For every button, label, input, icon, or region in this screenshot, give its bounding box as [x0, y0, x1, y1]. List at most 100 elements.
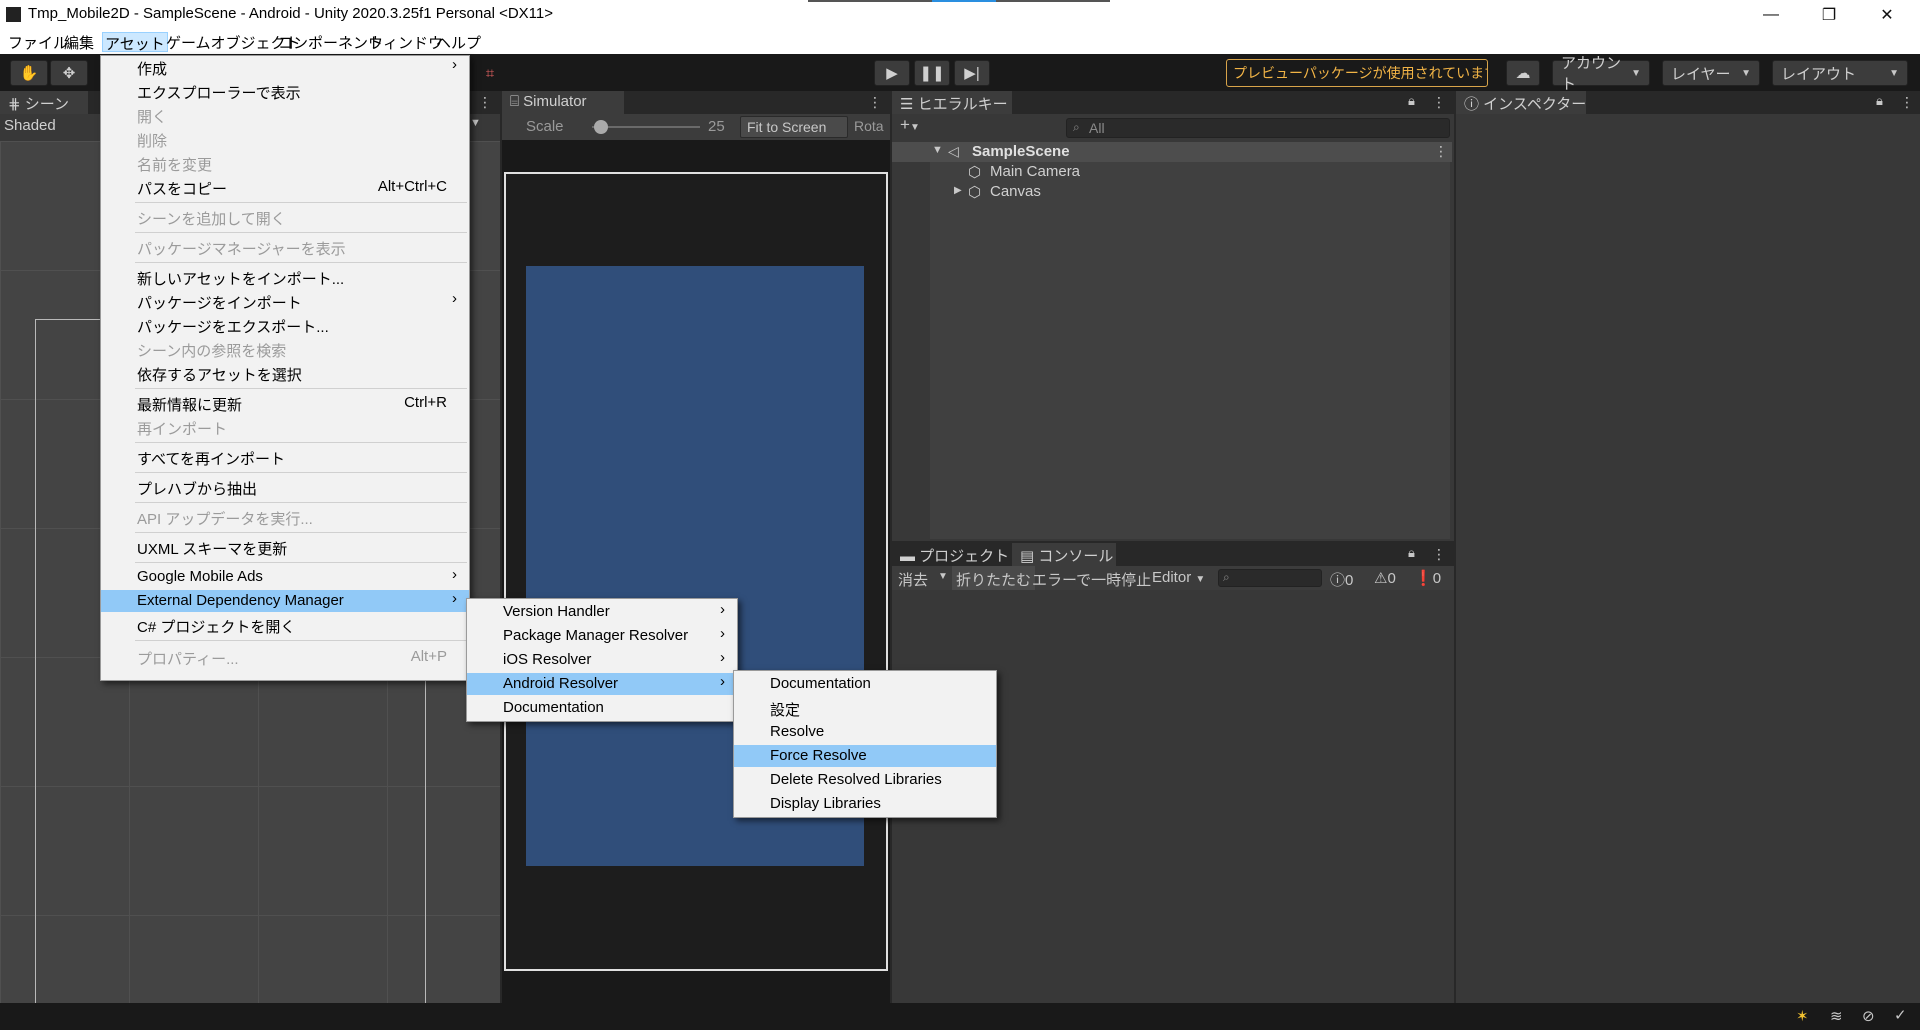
- move-tool-icon[interactable]: ✥: [50, 60, 88, 86]
- play-button[interactable]: ▶: [874, 60, 910, 86]
- layers-dropdown[interactable]: レイヤー ▼: [1662, 60, 1760, 86]
- menu-item-select-dependencies[interactable]: 依存するアセットを選択: [101, 362, 469, 384]
- hierarchy-item[interactable]: ⬡ Main Camera: [892, 162, 1452, 182]
- kebab-icon[interactable]: ⋮: [1900, 94, 1914, 111]
- bug-icon[interactable]: ✶: [1796, 1007, 1809, 1025]
- menu-item-import-package[interactable]: パッケージをインポート ›: [101, 290, 469, 312]
- fit-to-screen-button[interactable]: Fit to Screen: [740, 116, 848, 138]
- menu-item-refresh[interactable]: 最新情報に更新 Ctrl+R: [101, 392, 469, 414]
- info-count-toggle[interactable]: ⓘ0: [1330, 569, 1353, 590]
- menu-item-update-uxml-schema[interactable]: UXML スキーマを更新: [101, 536, 469, 558]
- tab-scene[interactable]: ⋕ シーン: [0, 91, 88, 114]
- menu-item-create[interactable]: 作成 ›: [101, 56, 469, 78]
- tab-console[interactable]: ▤ コンソール: [1012, 543, 1116, 566]
- menu-item-android-settings[interactable]: 設定: [734, 697, 996, 719]
- console-tabbar: ▬ プロジェクト ▤ コンソール 🔒︎ ⋮: [892, 543, 1454, 566]
- network-icon[interactable]: ⊘: [1862, 1007, 1875, 1025]
- menu-item-ios-resolver[interactable]: iOS Resolver ›: [467, 649, 737, 671]
- warning-count-toggle[interactable]: ⚠0: [1374, 569, 1396, 587]
- check-icon[interactable]: ✓: [1894, 1006, 1907, 1024]
- layout-dropdown[interactable]: レイアウト ▼: [1772, 60, 1908, 86]
- menu-item-open-csharp-project[interactable]: C# プロジェクトを開く: [101, 614, 469, 636]
- inspector-tabbar: ⓘ インスペクター 🔒︎ ⋮: [1456, 91, 1920, 114]
- hand-tool-icon[interactable]: ✋: [10, 60, 48, 86]
- account-dropdown[interactable]: アカウント ▼: [1552, 55, 1650, 93]
- error-count-toggle[interactable]: ❗0: [1414, 569, 1441, 587]
- collapse-toggle[interactable]: 折りたたむ: [952, 566, 1036, 590]
- custom-tool-icon[interactable]: ⌗: [474, 60, 506, 86]
- menu-item-export-package[interactable]: パッケージをエクスポート...: [101, 314, 469, 336]
- title-progress: [808, 0, 1110, 2]
- menu-item-copy-path[interactable]: パスをコピー Alt+Ctrl+C: [101, 176, 469, 198]
- menu-item-extract-from-prefab[interactable]: プレハブから抽出: [101, 476, 469, 498]
- rotate-label[interactable]: Rota: [854, 118, 884, 134]
- step-button[interactable]: ▶|: [954, 60, 990, 86]
- menu-file[interactable]: ファイル: [6, 32, 70, 52]
- menu-item-google-mobile-ads[interactable]: Google Mobile Ads ›: [101, 566, 469, 588]
- kebab-icon[interactable]: ⋮: [1434, 143, 1448, 160]
- menu-item-show-in-explorer[interactable]: エクスプローラーで表示: [101, 80, 469, 102]
- tab-project[interactable]: ▬ プロジェクト: [892, 543, 1010, 566]
- menu-item-label: パスをコピー: [137, 181, 228, 198]
- menu-item-edm-documentation[interactable]: Documentation: [467, 697, 737, 719]
- kebab-icon[interactable]: ⋮: [1432, 94, 1446, 111]
- scene-row[interactable]: ▼ ◁ SampleScene ⋮: [892, 142, 1452, 162]
- kebab-icon[interactable]: ⋮: [478, 94, 492, 111]
- chevron-right-icon: ›: [452, 290, 457, 307]
- menu-item-resolve[interactable]: Resolve: [734, 721, 996, 743]
- scale-slider[interactable]: [592, 126, 700, 128]
- hierarchy-tree: ▼ ◁ SampleScene ⋮ ⬡ Main Camera ▶ ⬡ Canv…: [892, 142, 1454, 541]
- close-button[interactable]: ✕: [1864, 0, 1910, 29]
- simulator-panel: ⌸ Simulator ⋮ Scale 25 Fit to Screen Rot…: [502, 91, 890, 1003]
- tab-inspector[interactable]: ⓘ インスペクター: [1456, 91, 1586, 114]
- chevron-right-icon[interactable]: ▶: [954, 185, 962, 196]
- menu-item-version-handler[interactable]: Version Handler ›: [467, 601, 737, 623]
- menu-item-label: API アップデータを実行...: [137, 511, 313, 528]
- menu-edit[interactable]: 編集: [62, 32, 96, 52]
- inspector-panel: ⓘ インスペクター 🔒︎ ⋮: [1456, 91, 1920, 1003]
- lock-icon[interactable]: 🔒︎: [1408, 93, 1415, 109]
- chevron-right-icon: ›: [720, 625, 725, 642]
- cloud-icon[interactable]: ☁: [1506, 60, 1540, 86]
- shading-mode-dropdown[interactable]: Shaded: [4, 117, 56, 134]
- clear-button[interactable]: 消去: [898, 569, 928, 590]
- menu-item-rename: 名前を変更: [101, 152, 469, 174]
- console-search-input[interactable]: ⌕: [1218, 569, 1322, 587]
- menu-item-reimport-all[interactable]: すべてを再インポート: [101, 446, 469, 468]
- search-icon: ⌕: [1073, 120, 1080, 134]
- menu-item-delete-resolved-libraries[interactable]: Delete Resolved Libraries: [734, 769, 996, 791]
- lock-icon[interactable]: 🔒︎: [1876, 93, 1883, 109]
- scale-slider-thumb[interactable]: [594, 120, 608, 134]
- menu-item-label: パッケージをエクスポート...: [137, 319, 329, 336]
- menu-item-force-resolve[interactable]: Force Resolve: [734, 745, 996, 767]
- layout-label: レイアウト: [1781, 65, 1857, 83]
- tab-hierarchy[interactable]: ☰ ヒエラルキー: [892, 91, 1012, 114]
- preview-packages-badge[interactable]: プレビューパッケージが使用されています: [1226, 59, 1488, 87]
- progress-stack-icon[interactable]: ≋: [1830, 1007, 1843, 1025]
- menu-item-android-resolver[interactable]: Android Resolver ›: [467, 673, 737, 695]
- menu-assets[interactable]: アセット: [102, 32, 168, 53]
- kebab-icon[interactable]: ⋮: [868, 94, 882, 111]
- chevron-down-icon[interactable]: ▼: [938, 571, 948, 582]
- editor-dropdown[interactable]: Editor ▼: [1152, 569, 1205, 586]
- lock-icon[interactable]: 🔒︎: [1408, 545, 1415, 561]
- kebab-icon[interactable]: ⋮: [1432, 546, 1446, 563]
- hierarchy-item[interactable]: ▶ ⬡ Canvas: [892, 182, 1452, 202]
- hierarchy-search-input[interactable]: ⌕ All: [1066, 118, 1450, 138]
- menu-item-android-documentation[interactable]: Documentation: [734, 673, 996, 695]
- menu-help[interactable]: ヘルプ: [434, 32, 483, 52]
- chevron-down-icon: ▼: [1741, 67, 1751, 79]
- menu-item-package-manager-resolver[interactable]: Package Manager Resolver ›: [467, 625, 737, 647]
- error-pause-toggle[interactable]: エラーで一時停止: [1032, 569, 1151, 590]
- pause-button[interactable]: ❚❚: [914, 60, 950, 86]
- minimize-button[interactable]: —: [1748, 0, 1794, 29]
- chevron-down-icon[interactable]: ▼: [470, 117, 481, 129]
- menu-item-external-dependency-manager[interactable]: External Dependency Manager ›: [101, 590, 469, 612]
- menu-item-display-libraries[interactable]: Display Libraries: [734, 793, 996, 815]
- menu-item-label: 作成: [137, 61, 168, 78]
- restore-button[interactable]: ❐: [1806, 0, 1852, 29]
- tab-simulator[interactable]: ⌸ Simulator: [502, 91, 624, 114]
- search-icon: ⌕: [1223, 570, 1230, 584]
- menu-item-import-new-asset[interactable]: 新しいアセットをインポート...: [101, 266, 469, 288]
- add-icon[interactable]: +▼: [900, 115, 920, 135]
